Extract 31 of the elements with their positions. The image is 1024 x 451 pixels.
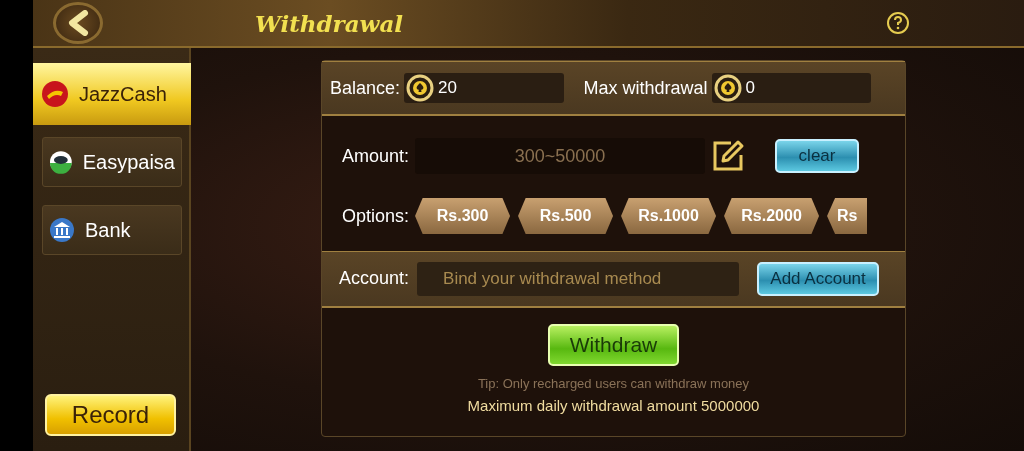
- record-button[interactable]: Record: [45, 394, 176, 436]
- amount-option-button[interactable]: Rs.2000: [724, 198, 820, 234]
- jazzcash-logo-icon: [41, 80, 69, 108]
- question-mark-icon: [893, 16, 903, 30]
- amount-option-button[interactable]: Rs.300: [415, 198, 511, 234]
- account-field[interactable]: Bind your withdrawal method: [417, 261, 740, 296]
- withdraw-button[interactable]: Withdraw: [548, 323, 679, 366]
- amount-option-button[interactable]: Rs: [827, 198, 868, 234]
- amount-field[interactable]: 300~50000: [415, 138, 706, 174]
- amount-label: Amount:: [342, 145, 410, 167]
- balance-value: 20: [438, 78, 457, 98]
- add-account-button[interactable]: Add Account: [757, 261, 880, 296]
- bank-icon: [49, 217, 75, 243]
- payment-method-tab[interactable]: JazzCash: [33, 63, 191, 125]
- payment-method-tab[interactable]: Bank: [42, 205, 182, 255]
- help-button[interactable]: [887, 12, 909, 34]
- tip-text: Tip: Only recharged users can withdraw money: [477, 375, 750, 391]
- edit-icon[interactable]: [711, 139, 746, 173]
- amount-option-button[interactable]: Rs.500: [518, 198, 614, 234]
- account-label: Account:: [339, 268, 410, 289]
- amount-option-button[interactable]: Rs.1000: [621, 198, 717, 234]
- clear-button[interactable]: clear: [775, 139, 860, 173]
- back-button[interactable]: [53, 2, 103, 44]
- max-withdrawal-label: Max withdrawal: [583, 77, 708, 99]
- daily-limit-text: Maximum daily withdrawal amount 5000000: [467, 396, 760, 414]
- balance-label: Balance:: [330, 77, 401, 99]
- easypaisa-logo-icon: [49, 150, 73, 174]
- page-title: Withdrawal: [255, 9, 404, 37]
- options-label: Options:: [342, 205, 410, 227]
- payment-method-tab[interactable]: Easypaisa: [42, 137, 182, 187]
- max-withdrawal-value: 0: [745, 78, 756, 98]
